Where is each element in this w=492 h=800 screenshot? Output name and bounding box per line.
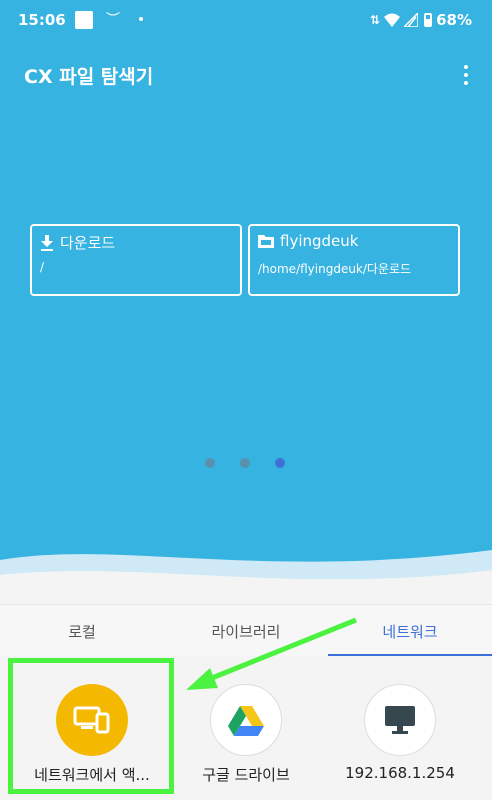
wifi-icon (384, 13, 401, 27)
shortcut-path: /home/flyingdeuk/다운로드 (258, 262, 412, 276)
page-dot[interactable] (205, 458, 215, 468)
wave-decoration (0, 550, 492, 604)
more-notifications-icon (139, 17, 143, 21)
monitor-icon (364, 684, 436, 756)
page-dot[interactable] (240, 458, 250, 468)
shortcut-path: / (40, 260, 45, 274)
folder-icon (258, 235, 274, 248)
network-host-label: 192.168.1.254 (345, 764, 455, 782)
network-host-item[interactable]: 192.168.1.254 (318, 656, 482, 800)
tab-network[interactable]: 네트워크 (328, 605, 492, 657)
signal-icon (404, 13, 419, 27)
app-title: CX 파일 탐색기 (24, 66, 154, 88)
battery-icon (424, 13, 433, 27)
data-arrows-icon: ⇅ (370, 13, 381, 27)
shortcut-name: flyingdeuk (280, 232, 359, 250)
tab-library[interactable]: 라이브러리 (164, 605, 328, 657)
network-grid: 네트워크에서 액... 구글 드라이브 192.168.1.254 (0, 656, 492, 800)
google-drive-label: 구글 드라이브 (202, 766, 290, 784)
google-drive-icon (210, 684, 282, 756)
shortcut-name: 다운로드 (60, 234, 116, 252)
status-bar: 15:06 ︶ ⇅ 68% (0, 0, 492, 40)
devices-icon (56, 684, 128, 756)
amazon-icon: ︶ (106, 12, 120, 28)
page-dot-active[interactable] (275, 458, 285, 468)
tab-local[interactable]: 로컬 (0, 605, 164, 657)
download-icon (41, 234, 53, 251)
network-access-label: 네트워크에서 액... (34, 766, 150, 784)
page-indicator (0, 458, 492, 470)
google-drive-item[interactable]: 구글 드라이브 (164, 656, 328, 800)
network-access-item[interactable]: 네트워크에서 액... (10, 656, 174, 800)
header-area: 15:06 ︶ ⇅ 68% CX 파일 탐색기 다운로드 / flyingdeu… (0, 0, 492, 604)
status-time: 15:06 (18, 11, 66, 29)
shortcut-card-downloads[interactable]: 다운로드 / (30, 224, 242, 296)
tab-bar: 로컬 라이브러리 네트워크 (0, 604, 492, 657)
notification-icon (75, 11, 93, 29)
battery-percent: 68% (436, 11, 472, 29)
overflow-menu-icon[interactable] (456, 63, 476, 87)
shortcut-card-flyingdeuk[interactable]: flyingdeuk /home/flyingdeuk/다운로드 (248, 224, 460, 296)
